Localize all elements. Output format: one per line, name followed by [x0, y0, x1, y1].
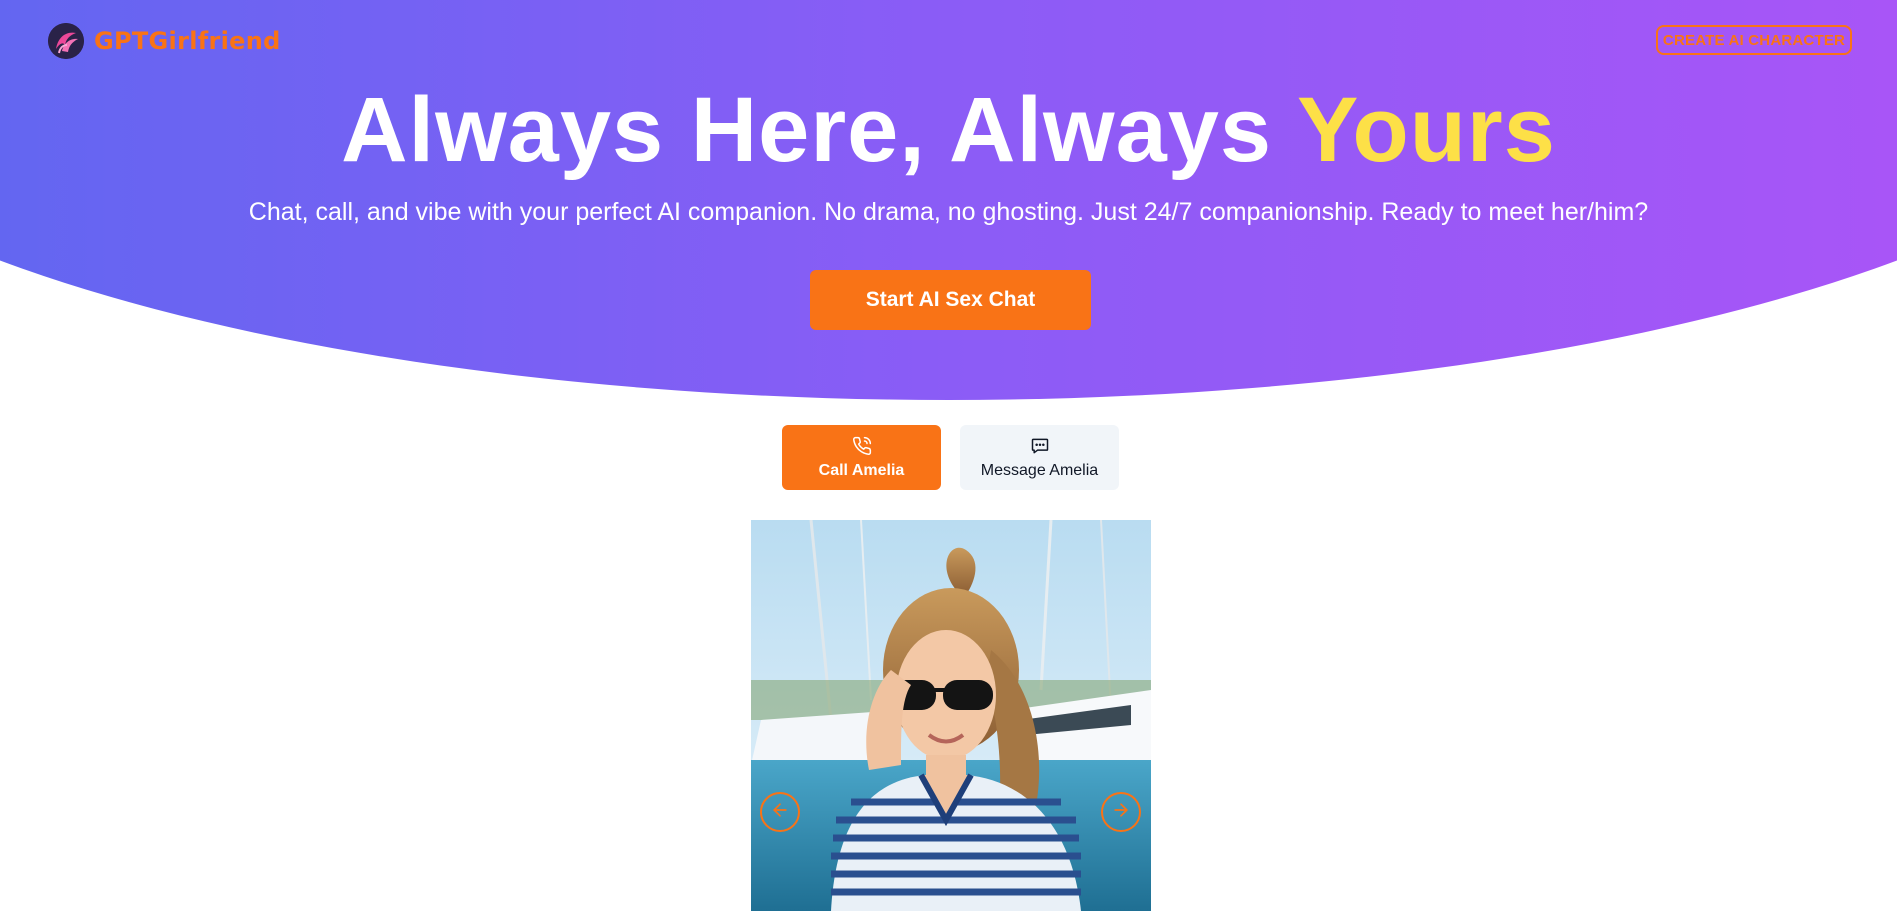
- carousel-next-button[interactable]: [1101, 792, 1141, 832]
- hero-subheadline: Chat, call, and vibe with your perfect A…: [248, 198, 1649, 226]
- tab-message[interactable]: Message Amelia: [960, 425, 1119, 490]
- brand-logo[interactable]: GPTGirlfriend: [48, 21, 281, 61]
- start-chat-button[interactable]: Start AI Sex Chat: [810, 270, 1091, 330]
- character-photo: [751, 520, 1151, 911]
- hero-headline: Always Here, Always Yours: [0, 78, 1897, 182]
- top-nav: GPTGirlfriend CREATE AI CHARACTER: [0, 0, 1897, 80]
- headline-main: Always Here, Always: [341, 79, 1297, 181]
- tab-message-label: Message Amelia: [980, 461, 1099, 479]
- tab-call-label: Call Amelia: [818, 461, 905, 479]
- logo-icon: [48, 23, 84, 59]
- brand-name: GPTGirlfriend: [94, 27, 281, 55]
- arrow-left-icon: [770, 800, 790, 825]
- headline-accent: Yours: [1296, 79, 1556, 181]
- message-icon: [1030, 436, 1050, 456]
- phone-icon: [852, 436, 872, 456]
- create-ai-character-button[interactable]: CREATE AI CHARACTER: [1656, 25, 1852, 55]
- page: GPTGirlfriend CREATE AI CHARACTER Always…: [0, 0, 1897, 911]
- carousel-prev-button[interactable]: [760, 792, 800, 832]
- tab-call[interactable]: Call Amelia: [782, 425, 941, 490]
- arrow-right-icon: [1111, 800, 1131, 825]
